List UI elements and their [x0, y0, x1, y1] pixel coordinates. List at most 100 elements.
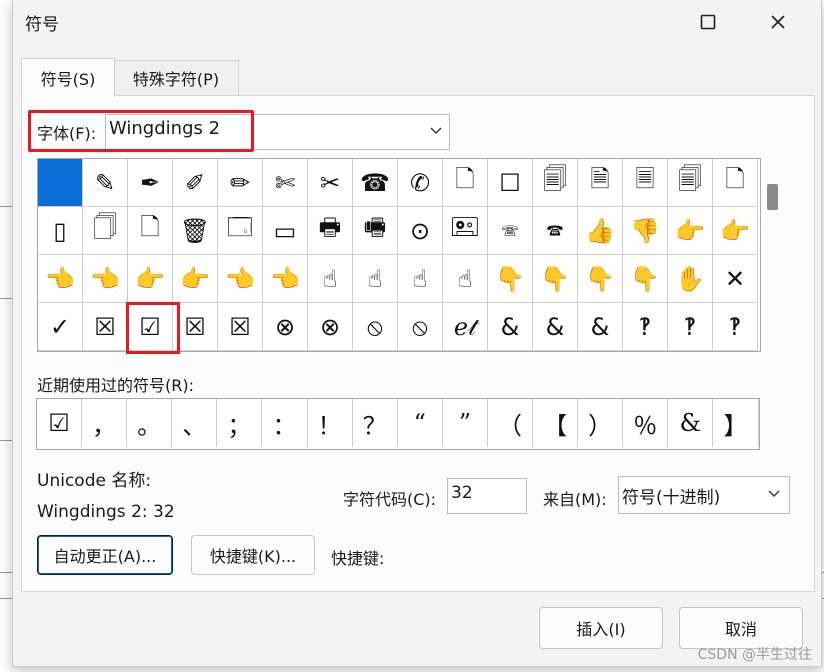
recent-symbol-cell[interactable]: &: [668, 399, 714, 447]
symbol-cell[interactable]: 🗎: [578, 159, 623, 207]
symbol-cell[interactable]: ☎: [353, 159, 398, 207]
symbol-cell[interactable]: ‽: [623, 303, 668, 351]
symbol-cell[interactable]: ⊗: [308, 303, 353, 351]
recent-symbol-cell[interactable]: ）: [578, 399, 624, 447]
symbol-cell[interactable]: 👉: [173, 255, 218, 303]
recent-symbol-cell[interactable]: 。: [127, 399, 173, 447]
autocorrect-button[interactable]: 自动更正(A)...: [37, 535, 173, 575]
symbol-cell[interactable]: ‽: [713, 303, 758, 351]
recent-symbol-cell[interactable]: ？: [353, 399, 398, 447]
doc-divider: [0, 440, 12, 441]
doc-divider: [0, 298, 12, 299]
symbol-cell[interactable]: ⊗: [263, 303, 308, 351]
symbol-cell[interactable]: &: [488, 303, 533, 351]
recent-symbol-cell[interactable]: ☑: [37, 399, 83, 447]
close-button[interactable]: [755, 0, 801, 44]
chevron-down-icon: [430, 127, 442, 134]
symbol-cell[interactable]: 🗋: [713, 159, 758, 207]
symbol-cell[interactable]: 👉: [668, 207, 713, 255]
symbol-cell[interactable]: 👇: [533, 255, 578, 303]
symbol-cell[interactable]: 🗑: [173, 207, 218, 255]
symbol-cell[interactable]: ✕: [713, 255, 758, 303]
symbol-cell[interactable]: ▭: [263, 207, 308, 255]
symbol-cell[interactable]: ‽: [668, 303, 713, 351]
recent-symbol-cell[interactable]: ！: [308, 399, 353, 447]
unicode-name-value: Wingdings 2: 32: [37, 502, 175, 522]
symbol-cell[interactable]: 🗋: [443, 159, 488, 207]
insert-button[interactable]: 插入(I): [539, 607, 663, 649]
recent-symbol-cell[interactable]: ”: [443, 399, 488, 447]
tab-special-characters[interactable]: 特殊字符(P): [113, 60, 239, 95]
symbol-cell[interactable]: &: [578, 303, 623, 351]
symbol-cell[interactable]: 🗔: [218, 207, 263, 255]
symbol-cell[interactable]: 👇: [578, 255, 623, 303]
font-dropdown-button[interactable]: [426, 118, 446, 144]
symbol-cell[interactable]: 🖷: [353, 207, 398, 255]
recent-symbol-cell[interactable]: 、: [172, 399, 218, 447]
symbol-cell[interactable]: 🗋: [128, 207, 173, 255]
recent-symbol-cell[interactable]: 】: [713, 399, 759, 447]
symbol-cell[interactable]: 👍: [578, 207, 623, 255]
recent-symbol-cell[interactable]: ；: [217, 399, 263, 447]
cancel-button[interactable]: 取消: [679, 607, 803, 649]
symbol-cell[interactable]: ✄: [263, 159, 308, 207]
symbol-cell[interactable]: 🗍: [83, 207, 128, 255]
recent-symbol-cell[interactable]: （: [488, 399, 534, 447]
symbol-highlight-box: [126, 302, 180, 354]
symbol-cell[interactable]: [38, 159, 83, 207]
symbol-cell[interactable]: ✂: [308, 159, 353, 207]
symbol-cell[interactable]: ☒: [83, 303, 128, 351]
title-bar: 符号: [13, 0, 821, 46]
char-code-value: 32: [451, 483, 473, 503]
symbol-cell[interactable]: 👈: [38, 255, 83, 303]
tab-special-characters-label: 特殊字符(P): [132, 70, 220, 89]
recent-symbol-cell[interactable]: ，: [82, 399, 128, 447]
symbol-cell[interactable]: 🕾: [488, 207, 533, 255]
symbol-cell[interactable]: 👇: [623, 255, 668, 303]
symbol-cell[interactable]: ℯ𝓉: [443, 303, 488, 351]
symbol-cell[interactable]: ☝: [443, 255, 488, 303]
symbol-cell[interactable]: ☝: [398, 255, 443, 303]
symbol-cell[interactable]: ✎: [83, 159, 128, 207]
symbol-cell[interactable]: 🖭: [443, 207, 488, 255]
symbol-cell[interactable]: ▯: [38, 207, 83, 255]
symbol-cell[interactable]: ✐: [173, 159, 218, 207]
symbol-cell[interactable]: 🖶: [308, 207, 353, 255]
symbol-cell[interactable]: &: [533, 303, 578, 351]
recent-symbol-cell[interactable]: 【: [533, 399, 579, 447]
symbol-cell[interactable]: ☝: [308, 255, 353, 303]
symbol-cell[interactable]: ☝: [353, 255, 398, 303]
symbol-cell[interactable]: ✓: [38, 303, 83, 351]
recent-symbol-cell[interactable]: ％: [623, 399, 669, 447]
symbol-cell[interactable]: ✏: [218, 159, 263, 207]
symbol-cell[interactable]: ✒: [128, 159, 173, 207]
from-dropdown-button[interactable]: [763, 480, 785, 508]
symbol-cell[interactable]: 👇: [488, 255, 533, 303]
symbol-cell[interactable]: 🗐: [668, 159, 713, 207]
maximize-button[interactable]: [685, 0, 731, 44]
symbol-cell[interactable]: 👈: [83, 255, 128, 303]
symbol-cell[interactable]: 🗐: [533, 159, 578, 207]
recent-symbol-cell[interactable]: ：: [262, 399, 308, 447]
symbol-cell[interactable]: ⦸: [353, 303, 398, 351]
symbol-cell[interactable]: 👎: [623, 207, 668, 255]
dialog-title: 符号: [25, 15, 59, 35]
tab-symbols[interactable]: 符号(S): [21, 58, 115, 97]
symbol-cell[interactable]: ✆: [398, 159, 443, 207]
symbol-cell[interactable]: ⦸: [398, 303, 443, 351]
symbol-cell[interactable]: 👈: [218, 255, 263, 303]
symbol-cell[interactable]: 🗏: [623, 159, 668, 207]
symbol-cell[interactable]: ☒: [218, 303, 263, 351]
symbol-cell[interactable]: 👈: [263, 255, 308, 303]
scrollbar-thumb[interactable]: [767, 184, 778, 210]
symbol-cell[interactable]: ⊙: [398, 207, 443, 255]
symbol-cell[interactable]: 🕿: [533, 207, 578, 255]
recent-symbols-grid[interactable]: ☑，。、；：！？ “” （【）％ &】: [36, 398, 760, 450]
symbol-cell[interactable]: ☐: [488, 159, 533, 207]
recent-symbol-cell[interactable]: “: [398, 399, 443, 447]
shortcut-key-button-label: 快捷键(K)...: [209, 547, 297, 566]
symbol-cell[interactable]: ✋: [668, 255, 713, 303]
symbol-cell[interactable]: 👉: [713, 207, 758, 255]
shortcut-key-button[interactable]: 快捷键(K)...: [191, 535, 315, 575]
symbol-cell[interactable]: 👉: [128, 255, 173, 303]
